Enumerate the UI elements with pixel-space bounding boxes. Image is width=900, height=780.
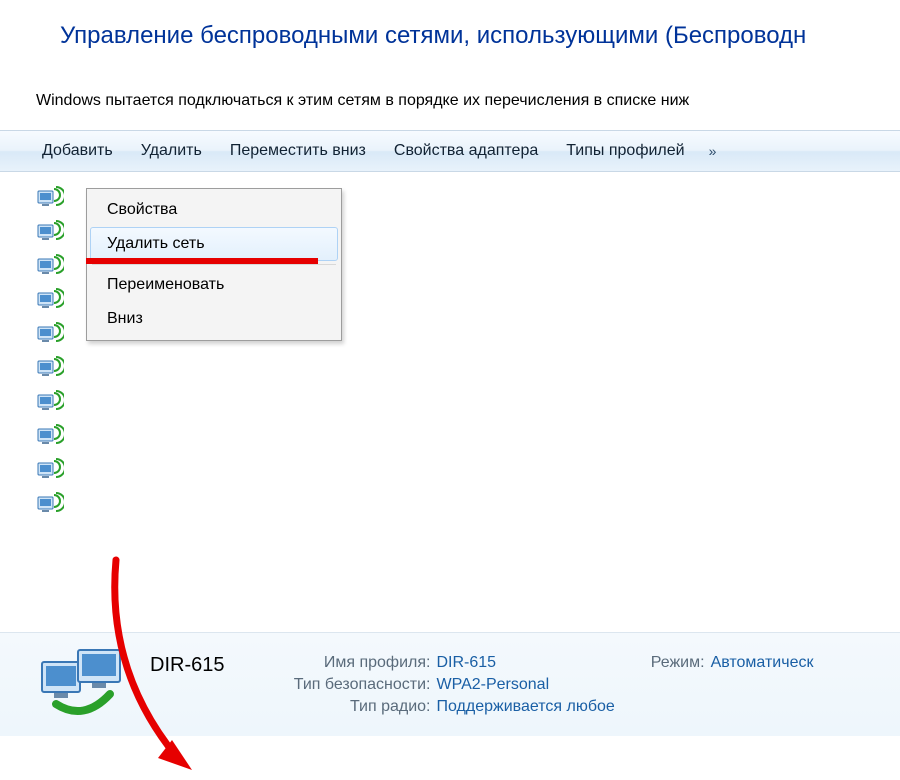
security-type-label: Тип безопасности: bbox=[250, 676, 430, 694]
network-icon bbox=[36, 321, 64, 349]
toolbar-adapter-properties[interactable]: Свойства адаптера bbox=[380, 131, 552, 171]
security-type-value: WPA2-Personal bbox=[436, 676, 549, 694]
network-item[interactable] bbox=[36, 420, 900, 454]
network-item[interactable] bbox=[36, 386, 900, 420]
network-item[interactable] bbox=[36, 352, 900, 386]
network-details-icon bbox=[36, 644, 132, 726]
ctx-move-down[interactable]: Вниз bbox=[90, 302, 338, 336]
toolbar: Добавить Удалить Переместить вниз Свойст… bbox=[0, 130, 900, 172]
network-item[interactable] bbox=[36, 454, 900, 488]
network-item[interactable] bbox=[36, 488, 900, 522]
ctx-separator bbox=[92, 264, 336, 265]
toolbar-remove[interactable]: Удалить bbox=[127, 131, 216, 171]
network-icon bbox=[36, 389, 64, 417]
toolbar-profile-types[interactable]: Типы профилей bbox=[552, 131, 698, 171]
network-icon bbox=[36, 253, 64, 281]
ctx-delete-network[interactable]: Удалить сеть bbox=[90, 227, 338, 261]
page-title: Управление беспроводными сетями, использ… bbox=[0, 0, 900, 56]
network-list: Свойства Удалить сеть Переименовать Вниз bbox=[0, 172, 900, 572]
network-icon bbox=[36, 185, 64, 213]
radio-type-label: Тип радио: bbox=[250, 698, 430, 716]
mode-label: Режим: bbox=[651, 654, 705, 672]
mode-value: Автоматическ bbox=[711, 654, 814, 672]
network-icon bbox=[36, 457, 64, 485]
ctx-properties[interactable]: Свойства bbox=[90, 193, 338, 227]
page-description: Windows пытается подключаться к этим сет… bbox=[0, 56, 900, 130]
network-icon bbox=[36, 219, 64, 247]
network-icon bbox=[36, 491, 64, 519]
radio-type-value: Поддерживается любое bbox=[436, 698, 614, 716]
context-menu: Свойства Удалить сеть Переименовать Вниз bbox=[86, 188, 342, 341]
details-network-name: DIR-615 bbox=[150, 654, 250, 677]
profile-name-value: DIR-615 bbox=[436, 654, 496, 672]
network-icon bbox=[36, 423, 64, 451]
toolbar-add[interactable]: Добавить bbox=[28, 131, 127, 171]
network-icon bbox=[36, 287, 64, 315]
ctx-rename[interactable]: Переименовать bbox=[90, 268, 338, 302]
toolbar-overflow[interactable]: » bbox=[699, 131, 727, 171]
network-icon bbox=[36, 355, 64, 383]
toolbar-move-down[interactable]: Переместить вниз bbox=[216, 131, 380, 171]
details-bar: DIR-615 Имя профиля: DIR-615 Тип безопас… bbox=[0, 632, 900, 736]
red-underline-annotation bbox=[86, 258, 318, 264]
profile-name-label: Имя профиля: bbox=[250, 654, 430, 672]
